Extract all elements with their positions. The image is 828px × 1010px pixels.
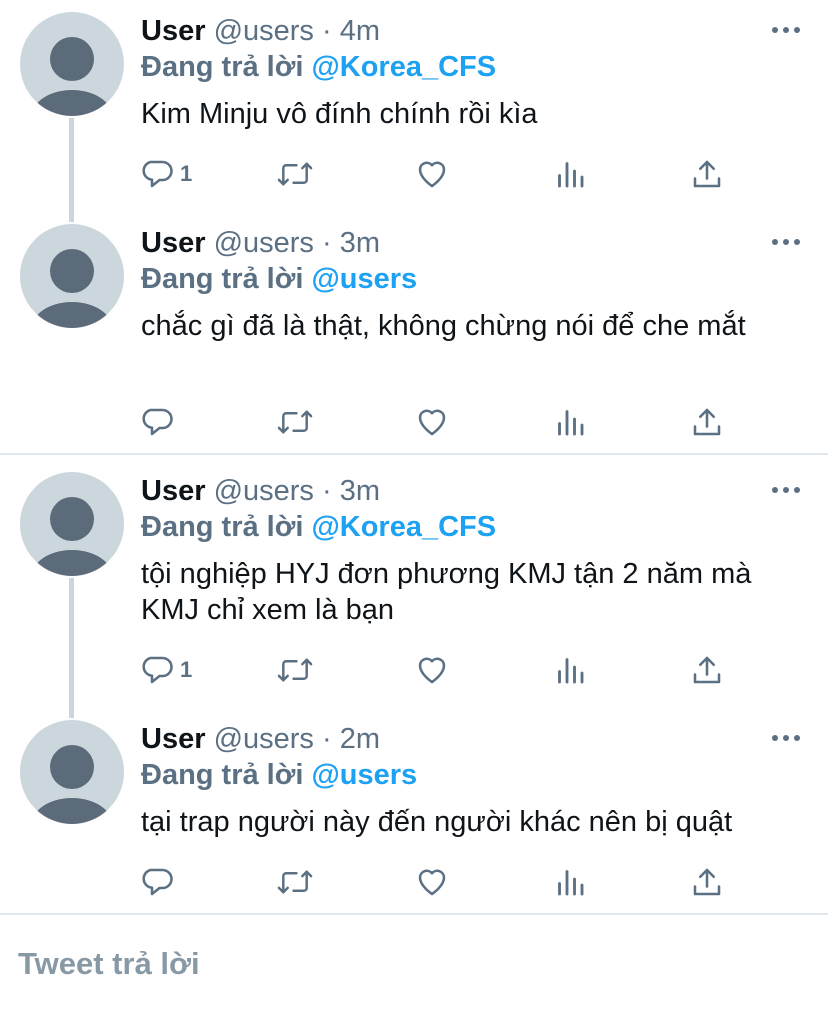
retweet-button[interactable] — [276, 862, 314, 902]
heart-icon — [414, 864, 450, 900]
retweet-icon — [276, 652, 314, 688]
replying-to-handle[interactable]: @Korea_CFS — [311, 511, 496, 543]
analytics-icon — [552, 404, 588, 440]
tweet-header: User @users · 2m — [141, 722, 380, 756]
more-icon[interactable] — [770, 18, 802, 42]
divider — [0, 453, 828, 455]
share-icon — [689, 864, 725, 900]
separator-dot: · — [321, 15, 332, 47]
reply-button[interactable] — [140, 402, 180, 442]
more-icon[interactable] — [770, 230, 802, 254]
more-icon[interactable] — [770, 478, 802, 502]
tweet-header: User @users · 3m — [141, 226, 380, 260]
user-handle[interactable]: @users — [214, 475, 314, 507]
reply-button[interactable] — [140, 862, 180, 902]
replying-to-handle[interactable]: @Korea_CFS — [311, 51, 496, 83]
user-handle[interactable]: @users — [214, 723, 314, 755]
timestamp[interactable]: 3m — [340, 227, 380, 259]
separator-dot: · — [321, 723, 332, 755]
divider — [0, 913, 828, 915]
tweet[interactable]: User @users · 3m Đang trả lời @users chắ… — [0, 212, 828, 452]
tweet[interactable]: User @users · 2m Đang trả lời @users tại… — [0, 708, 828, 908]
user-handle[interactable]: @users — [214, 227, 314, 259]
tweet[interactable]: User @users · 4m Đang trả lời @Korea_CFS… — [0, 0, 828, 210]
separator-dot: · — [321, 475, 332, 507]
tweet-actions — [0, 402, 828, 442]
replying-to: Đang trả lời @Korea_CFS — [141, 50, 496, 84]
analytics-button[interactable] — [552, 650, 588, 690]
tweet-text: tại trap người này đến người khác nên bị… — [141, 806, 733, 838]
tweet-actions — [0, 862, 828, 902]
replying-to: Đang trả lời @users — [141, 262, 417, 296]
analytics-button[interactable] — [552, 402, 588, 442]
avatar[interactable] — [20, 12, 124, 116]
share-icon — [689, 156, 725, 192]
replying-to: Đang trả lời @Korea_CFS — [141, 510, 496, 544]
tweet-text: Kim Minju vô đính chính rồi kìa — [141, 98, 538, 130]
display-name[interactable]: User — [141, 227, 206, 259]
user-handle[interactable]: @users — [214, 15, 314, 47]
like-button[interactable] — [414, 862, 450, 902]
timestamp[interactable]: 2m — [340, 723, 380, 755]
reply-composer-input[interactable]: Tweet trả lời — [18, 944, 200, 984]
retweet-button[interactable] — [276, 402, 314, 442]
tweet-text: chắc gì đã là thật, không chừng nói để c… — [141, 310, 746, 342]
share-button[interactable] — [689, 650, 725, 690]
retweet-icon — [276, 404, 314, 440]
retweet-button[interactable] — [276, 154, 314, 194]
avatar[interactable] — [20, 224, 124, 328]
heart-icon — [414, 156, 450, 192]
display-name[interactable]: User — [141, 723, 206, 755]
share-icon — [689, 404, 725, 440]
replying-to-handle[interactable]: @users — [311, 263, 417, 295]
reply-icon — [140, 864, 176, 900]
timestamp[interactable]: 3m — [340, 475, 380, 507]
share-button[interactable] — [689, 154, 725, 194]
display-name[interactable]: User — [141, 475, 206, 507]
tweet-text: tội nghiệp HYJ đơn phương KMJ tận 2 năm … — [141, 558, 752, 626]
reply-count: 1 — [180, 161, 193, 186]
reply-icon — [140, 652, 176, 688]
retweet-button[interactable] — [276, 650, 314, 690]
display-name[interactable]: User — [141, 15, 206, 47]
replying-to-label: Đang trả lời — [141, 263, 304, 295]
analytics-button[interactable] — [552, 154, 588, 194]
analytics-button[interactable] — [552, 862, 588, 902]
like-button[interactable] — [414, 402, 450, 442]
share-icon — [689, 652, 725, 688]
reply-count: 1 — [180, 657, 193, 682]
retweet-icon — [276, 864, 314, 900]
reply-button[interactable]: 1 — [140, 650, 192, 690]
replying-to-handle[interactable]: @users — [311, 759, 417, 791]
replying-to-label: Đang trả lời — [141, 759, 304, 791]
share-button[interactable] — [689, 862, 725, 902]
retweet-icon — [276, 156, 314, 192]
tweet-header: User @users · 4m — [141, 14, 380, 48]
replying-to: Đang trả lời @users — [141, 758, 417, 792]
replying-to-label: Đang trả lời — [141, 511, 304, 543]
reply-icon — [140, 156, 176, 192]
like-button[interactable] — [414, 154, 450, 194]
tweet-header: User @users · 3m — [141, 474, 380, 508]
separator-dot: · — [321, 227, 332, 259]
heart-icon — [414, 652, 450, 688]
heart-icon — [414, 404, 450, 440]
reply-icon — [140, 404, 176, 440]
analytics-icon — [552, 652, 588, 688]
analytics-icon — [552, 156, 588, 192]
avatar[interactable] — [20, 720, 124, 824]
timestamp[interactable]: 4m — [340, 15, 380, 47]
more-icon[interactable] — [770, 726, 802, 750]
tweet-actions: 1 — [0, 650, 828, 690]
reply-button[interactable]: 1 — [140, 154, 192, 194]
analytics-icon — [552, 864, 588, 900]
share-button[interactable] — [689, 402, 725, 442]
avatar[interactable] — [20, 472, 124, 576]
replying-to-label: Đang trả lời — [141, 51, 304, 83]
like-button[interactable] — [414, 650, 450, 690]
tweet-actions: 1 — [0, 154, 828, 194]
tweet[interactable]: User @users · 3m Đang trả lời @Korea_CFS… — [0, 460, 828, 710]
